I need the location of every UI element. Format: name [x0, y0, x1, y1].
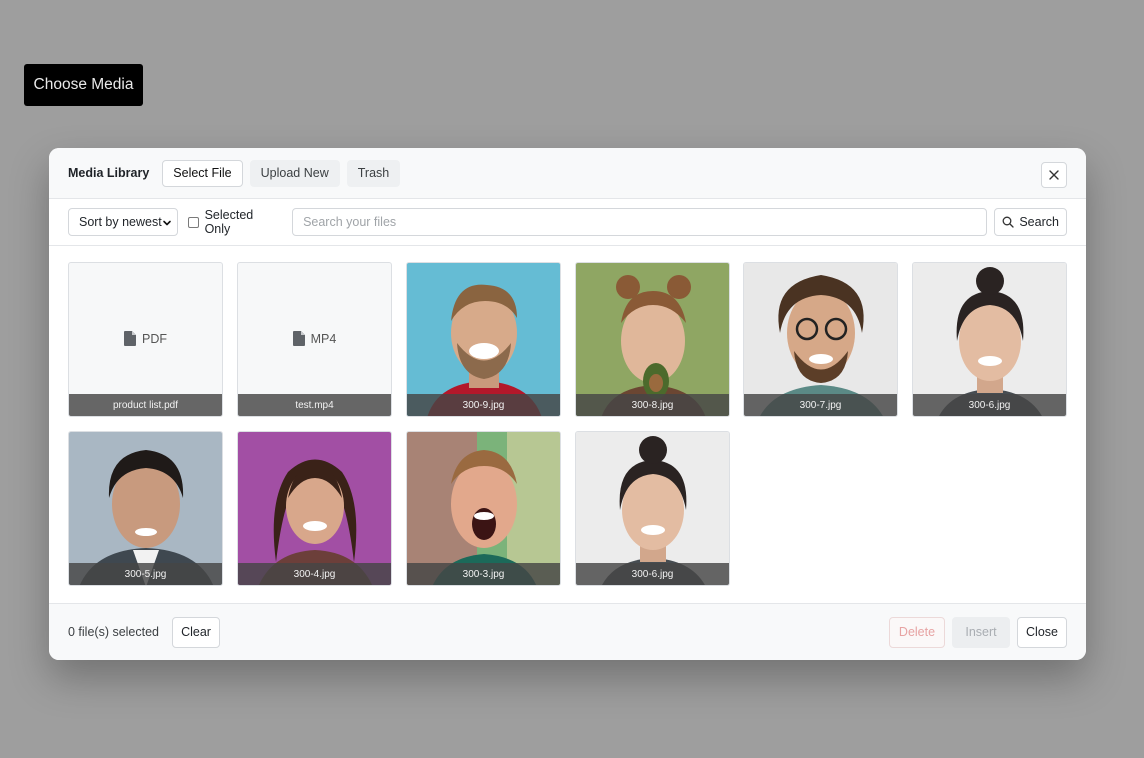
- modal-close-button[interactable]: [1041, 162, 1067, 188]
- chevron-down-icon: [162, 220, 171, 226]
- file-name: 300-7.jpg: [744, 394, 897, 416]
- file-type: MP4: [238, 331, 391, 346]
- footer-actions: Delete Insert Close: [889, 616, 1067, 648]
- selected-only-toggle[interactable]: Selected Only: [187, 208, 282, 236]
- file-name: test.mp4: [238, 394, 391, 416]
- media-card-image[interactable]: 300-4.jpg: [237, 431, 392, 586]
- file-name: 300-4.jpg: [238, 563, 391, 585]
- choose-media-button[interactable]: Choose Media: [24, 64, 143, 106]
- modal-footer: 0 file(s) selected Clear Delete Insert C…: [49, 603, 1086, 660]
- media-card-image[interactable]: 300-8.jpg: [575, 262, 730, 417]
- search-icon: [1002, 216, 1014, 228]
- close-button[interactable]: Close: [1017, 616, 1067, 648]
- media-card-image[interactable]: 300-3.jpg: [406, 431, 561, 586]
- file-name: 300-6.jpg: [576, 563, 729, 585]
- file-name: 300-5.jpg: [69, 563, 222, 585]
- clear-button[interactable]: Clear: [172, 616, 221, 648]
- file-type: PDF: [69, 331, 222, 346]
- media-card-image[interactable]: 300-9.jpg: [406, 262, 561, 417]
- search-input[interactable]: [292, 208, 988, 236]
- search-button-label: Search: [1019, 215, 1059, 229]
- media-card-image[interactable]: 300-6.jpg: [912, 262, 1067, 417]
- media-card-mp4[interactable]: MP4 test.mp4: [237, 262, 392, 417]
- tab-select-file[interactable]: Select File: [162, 159, 243, 187]
- selected-count: 0 file(s) selected: [68, 625, 160, 639]
- file-name: 300-3.jpg: [407, 563, 560, 585]
- file-name: 300-9.jpg: [407, 394, 560, 416]
- media-card-pdf[interactable]: PDF product list.pdf: [68, 262, 223, 417]
- tab-upload-new[interactable]: Upload New: [249, 159, 340, 187]
- close-icon: [1049, 170, 1059, 180]
- file-name: 300-8.jpg: [576, 394, 729, 416]
- insert-button[interactable]: Insert: [952, 616, 1010, 648]
- modal-header: Media Library Select File Upload New Tra…: [49, 148, 1086, 199]
- toolbar: Sort by newest Selected Only Search: [49, 199, 1086, 246]
- file-icon: [124, 331, 136, 346]
- media-card-image[interactable]: 300-7.jpg: [743, 262, 898, 417]
- media-card-image[interactable]: 300-6.jpg: [575, 431, 730, 586]
- selected-only-checkbox[interactable]: [187, 216, 199, 228]
- media-library-modal: Media Library Select File Upload New Tra…: [49, 148, 1086, 660]
- modal-title: Media Library: [68, 166, 150, 180]
- media-grid: PDF product list.pdf MP4 test.mp4 300-9.…: [49, 246, 1086, 602]
- file-icon: [292, 331, 305, 346]
- sort-select-value: Sort by newest: [79, 215, 162, 229]
- media-card-image[interactable]: 300-5.jpg: [68, 431, 223, 586]
- search-button[interactable]: Search: [994, 208, 1068, 236]
- tab-trash[interactable]: Trash: [346, 159, 401, 187]
- file-name: 300-6.jpg: [913, 394, 1066, 416]
- selected-only-label: Selected Only: [204, 208, 254, 236]
- delete-button[interactable]: Delete: [889, 616, 945, 648]
- sort-select[interactable]: Sort by newest: [68, 208, 178, 236]
- file-name: product list.pdf: [69, 394, 222, 416]
